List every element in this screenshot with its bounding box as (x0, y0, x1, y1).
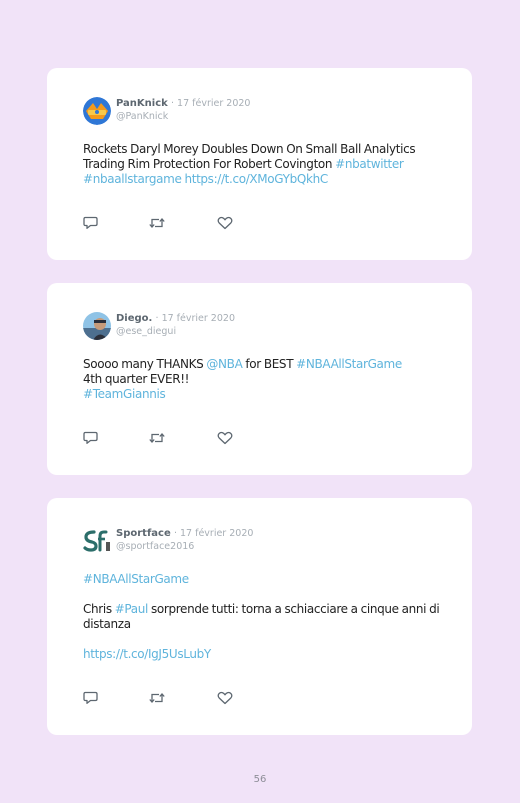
tweet-meta: Sportface · 17 février 2020 @sportface20… (116, 527, 253, 553)
tweet-card-diego[interactable]: Diego. · 17 février 2020 @ese_diegui Soo… (47, 283, 472, 475)
tweet-date: · 17 février 2020 (171, 98, 251, 109)
author-handle[interactable]: @sportface2016 (116, 540, 253, 553)
tweet-body: Chris (83, 602, 115, 616)
tweet-actions (83, 431, 243, 445)
tweet-body: for BEST (242, 357, 297, 371)
reply-icon[interactable] (83, 216, 99, 230)
url-link[interactable]: https://t.co/IgJ5UsLubY (83, 647, 211, 661)
tweet-actions (83, 216, 243, 230)
hashtag-link[interactable]: #TeamGiannis (83, 387, 166, 401)
url-link[interactable]: https://t.co/XMoGYbQkhC (184, 172, 328, 186)
like-icon[interactable] (217, 691, 233, 705)
author-handle[interactable]: @ese_diegui (116, 325, 235, 338)
retweet-icon[interactable] (149, 691, 165, 705)
hashtag-link[interactable]: #NBAAllStarGame (296, 357, 402, 371)
tweet-card-panknick[interactable]: PanKnick · 17 février 2020 @PanKnick Roc… (47, 68, 472, 260)
reply-icon[interactable] (83, 691, 99, 705)
author-name[interactable]: Sportface (116, 528, 171, 539)
retweet-icon[interactable] (149, 216, 165, 230)
tweet-text: #NBAAllStarGame Chris #Paul sorprende tu… (83, 572, 453, 662)
tweet-meta: PanKnick · 17 février 2020 @PanKnick (116, 97, 250, 123)
mention-link[interactable]: @NBA (206, 357, 242, 371)
page-number: 56 (253, 774, 267, 785)
avatar[interactable] (83, 97, 111, 125)
reply-icon[interactable] (83, 431, 99, 445)
author-name[interactable]: PanKnick (116, 98, 168, 109)
tweet-date: · 17 février 2020 (173, 528, 254, 539)
tweet-body: Soooo many THANKS (83, 357, 207, 371)
author-name[interactable]: Diego. (116, 313, 152, 324)
tweet-date: · 17 février 2020 (155, 313, 235, 324)
retweet-icon[interactable] (149, 431, 165, 445)
author-handle[interactable]: @PanKnick (116, 110, 250, 123)
tweet-card-sportface[interactable]: Sportface · 17 février 2020 @sportface20… (47, 498, 472, 735)
tweet-text: Rockets Daryl Morey Doubles Down On Smal… (83, 142, 453, 187)
like-icon[interactable] (217, 431, 233, 445)
hashtag-link[interactable]: #nbatwitter (335, 157, 404, 171)
tweet-actions (83, 691, 243, 705)
hashtag-link[interactable]: #NBAAllStarGame (83, 572, 189, 586)
avatar[interactable] (83, 312, 111, 340)
like-icon[interactable] (217, 216, 233, 230)
hashtag-link[interactable]: #Paul (115, 602, 149, 616)
tweet-text: Soooo many THANKS @NBA for BEST #NBAAllS… (83, 357, 453, 402)
hashtag-link[interactable]: #nbaallstargame (83, 172, 182, 186)
avatar[interactable] (83, 527, 111, 555)
tweet-meta: Diego. · 17 février 2020 @ese_diegui (116, 312, 235, 338)
tweet-body: 4th quarter EVER!! (83, 372, 190, 386)
